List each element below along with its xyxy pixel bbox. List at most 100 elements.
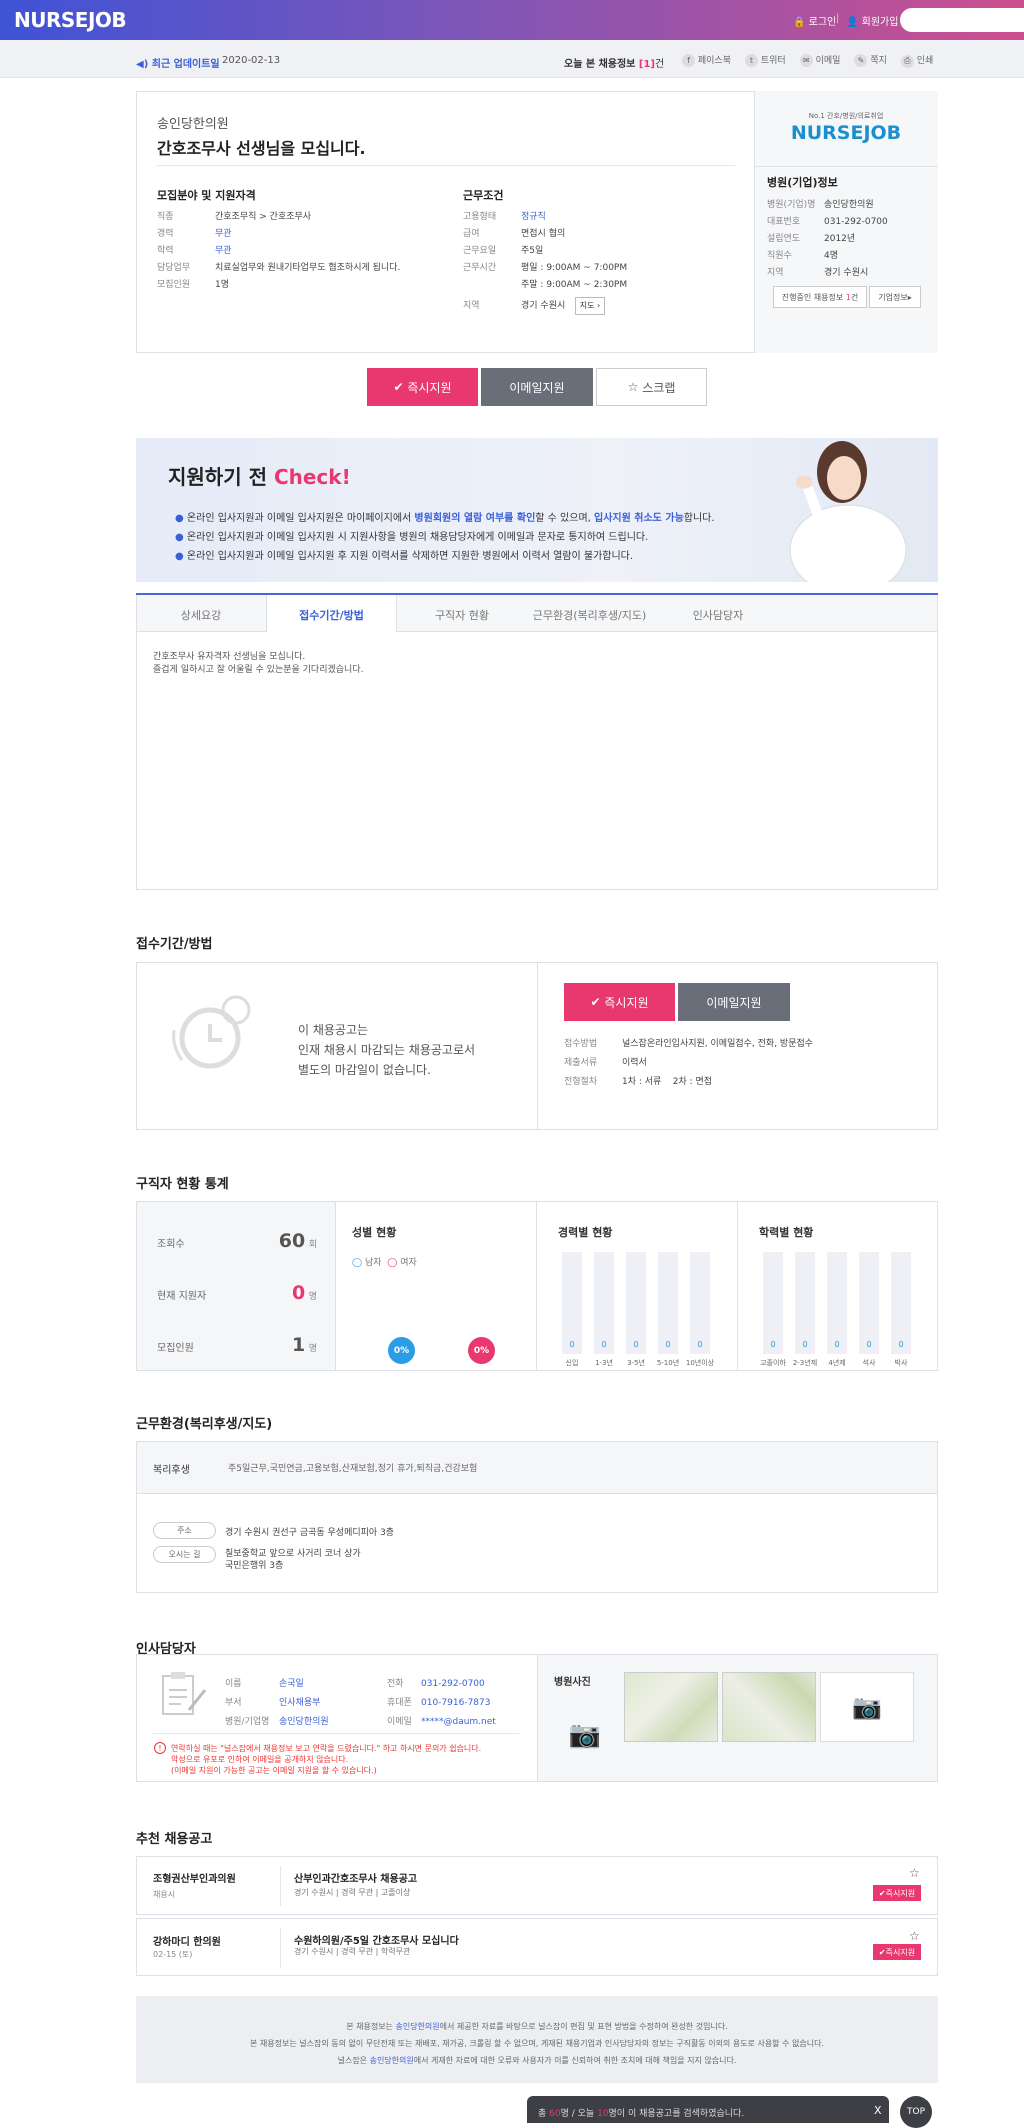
- check-item: ● 온라인 입사지원과 이메일 입사지원 시 지원사항을 병원의 채용담당자에게…: [175, 532, 649, 543]
- search-input[interactable]: [900, 8, 1024, 32]
- company-value: 4명: [824, 251, 839, 261]
- female-percent: 0%: [468, 1337, 495, 1364]
- facebook-share[interactable]: f 페이스북: [682, 53, 731, 68]
- scrap-button[interactable]: ☆ 스크랩: [596, 368, 707, 406]
- disclaimer-hospital[interactable]: 송인당한의원: [370, 2056, 414, 2065]
- stat-bar-value: 0: [633, 1340, 639, 1349]
- tab-hr[interactable]: 인사담당자: [652, 607, 784, 623]
- divider: [737, 1202, 738, 1370]
- check-icon: ✔: [590, 995, 601, 1009]
- recommend-apply-button[interactable]: ✔ 즉시지원: [873, 1944, 921, 1960]
- star-icon: ☆: [627, 380, 639, 394]
- company-row: 직원수 4명: [767, 247, 888, 264]
- twitter-label: 트위터: [760, 56, 786, 66]
- recommend-job-title[interactable]: 산부인과간호조무사 채용공고: [294, 1870, 417, 1885]
- twitter-share[interactable]: t 트위터: [745, 53, 786, 68]
- recommend-deadline: 02-15 (토): [153, 1950, 193, 1959]
- camera-icon: 📷: [568, 1720, 602, 1750]
- meta-career: 경력 무관: [341, 1888, 374, 1897]
- directions-value: 칠보중학교 앞으로 사거리 코너 상가 국민은행위 3층: [225, 1548, 361, 1572]
- recommend-deadline: 채용시: [153, 1890, 176, 1899]
- recommend-item[interactable]: [136, 1856, 938, 1915]
- hospital-photo-map[interactable]: [624, 1672, 718, 1742]
- stat-bar-label: 4년제: [828, 1359, 846, 1367]
- company-key: 직원수: [767, 251, 792, 261]
- today-viewed[interactable]: 오늘 본 채용정보 [1]건: [564, 55, 664, 70]
- condition-row: 급여 면접시 협의: [463, 225, 627, 242]
- stat-bar-value: 0: [665, 1340, 671, 1349]
- hospital-photo-map[interactable]: [722, 1672, 816, 1742]
- views-unit: 회: [308, 1240, 317, 1250]
- recruit-key: 모집인원: [157, 280, 191, 290]
- apply-now-button[interactable]: ✔ 즉시지원: [367, 368, 478, 406]
- email-apply-label: 이메일지원: [509, 380, 565, 395]
- tab-environment[interactable]: 근무환경(복리후생/지도): [527, 607, 652, 623]
- stat-bar-value: 0: [802, 1340, 808, 1349]
- star-icon[interactable]: ☆: [909, 1929, 920, 1943]
- check-icon: ✔: [393, 380, 404, 394]
- nurse-illustration: [789, 441, 907, 582]
- ongoing-jobs-button[interactable]: 진행중인 채용정보 1건: [773, 286, 867, 308]
- disclaimer-part: 본 채용정보는: [346, 2022, 396, 2031]
- today-count: 1: [643, 59, 651, 70]
- clock-icon: [172, 995, 251, 1069]
- tab-period[interactable]: 접수기간/방법: [266, 607, 397, 623]
- condition-key: 근무요일: [463, 246, 497, 256]
- recommend-apply-button[interactable]: ✔ 즉시지원: [873, 1885, 921, 1901]
- condition-row: 근무시간 평일 : 9:00AM ~ 7:00PM: [463, 259, 627, 276]
- recruit-value: 간호조무직 > 간호조무사: [215, 212, 312, 222]
- tab-detail[interactable]: 상세요강: [136, 607, 266, 623]
- signup-label: 회원가입: [861, 17, 899, 28]
- condition-value: 면접시 협의: [521, 229, 566, 239]
- condition-value: 주말 : 9:00AM ~ 2:30PM: [521, 280, 628, 290]
- side-logo: NURSEJOB: [790, 122, 902, 144]
- print-share[interactable]: ⎙ 인쇄: [900, 53, 933, 68]
- company-info-button[interactable]: 기업정보 ▸: [869, 286, 921, 308]
- divider: [157, 165, 735, 166]
- disclaimer-hospital[interactable]: 송인당한의원: [395, 2022, 439, 2031]
- recruit-value: 1명: [215, 280, 230, 290]
- stat-bar: [658, 1252, 678, 1354]
- email-apply-button[interactable]: 이메일지원: [481, 368, 593, 406]
- address-label: 주소: [153, 1522, 216, 1539]
- period-key: 제출서류: [564, 1058, 598, 1068]
- tab-applicants[interactable]: 구직자 현황: [397, 607, 527, 623]
- divider: [280, 1928, 281, 1968]
- site-logo[interactable]: NURSEJOB: [14, 8, 127, 32]
- recruit-key: 직종: [157, 212, 174, 222]
- recommend-item[interactable]: [136, 1918, 938, 1976]
- hr-value: *****@daum.net: [421, 1717, 496, 1727]
- recommend-job-title[interactable]: 수원하의원/주5일 간호조무사 모십니다: [294, 1932, 459, 1947]
- recommend-hospital[interactable]: 조형권산부인과의원: [153, 1870, 236, 1885]
- condition-key: 근무시간: [463, 263, 497, 273]
- map-button[interactable]: 지도 ›: [574, 297, 606, 315]
- stat-bar-value: 0: [834, 1340, 840, 1349]
- recruit-label: 모집인원: [157, 1343, 194, 1354]
- message-share[interactable]: ✎ 쪽지: [854, 53, 887, 68]
- female-label: 여자: [400, 1258, 417, 1268]
- camera-icon: 📷: [820, 1672, 914, 1742]
- stat-bar: [594, 1252, 614, 1354]
- recommend-hospital[interactable]: 강하마디 한의원: [153, 1933, 221, 1948]
- email-apply-button[interactable]: 이메일지원: [678, 983, 790, 1021]
- login-link[interactable]: 🔒 로그인: [793, 13, 836, 28]
- divider: [280, 1866, 281, 1906]
- applicants-unit: 명: [308, 1292, 317, 1302]
- period-value: 널스잡온라인입사지원, 이메일접수, 전화, 방문접수: [622, 1039, 814, 1049]
- recruit-row: 직종 간호조무직 > 간호조무사: [157, 208, 400, 225]
- apply-now-button[interactable]: ✔ 즉시지원: [564, 983, 675, 1021]
- male-dot-icon: ◯: [352, 1258, 363, 1268]
- disclaimer-line: 본 채용정보는 송인당한의원에서 제공한 자료를 바탕으로 널스잡이 편집 및 …: [136, 2018, 938, 2035]
- count-part: 명이 이 채용공고를 검색하였습니다.: [608, 2109, 745, 2119]
- condition-value: 평일 : 9:00AM ~ 7:00PM: [521, 263, 628, 273]
- star-icon[interactable]: ☆: [909, 1866, 920, 1880]
- close-bar-button[interactable]: X: [874, 2104, 882, 2117]
- company-info-title: 병원(기업)정보: [767, 176, 838, 189]
- detail-line: 즐겁게 일하시고 잘 어울릴 수 있는분을 기다리겠습니다.: [153, 665, 364, 675]
- condition-key: 고용형태: [463, 212, 497, 222]
- signup-link[interactable]: 👤 회원가입: [846, 13, 898, 28]
- warning-line: (이메일 지원이 가능한 공고는 이메일 지원을 할 수 있습니다.): [171, 1766, 377, 1775]
- views-value: 60: [278, 1230, 306, 1252]
- email-share[interactable]: ✉ 이메일: [799, 53, 840, 68]
- top-button[interactable]: TOP: [900, 2096, 932, 2128]
